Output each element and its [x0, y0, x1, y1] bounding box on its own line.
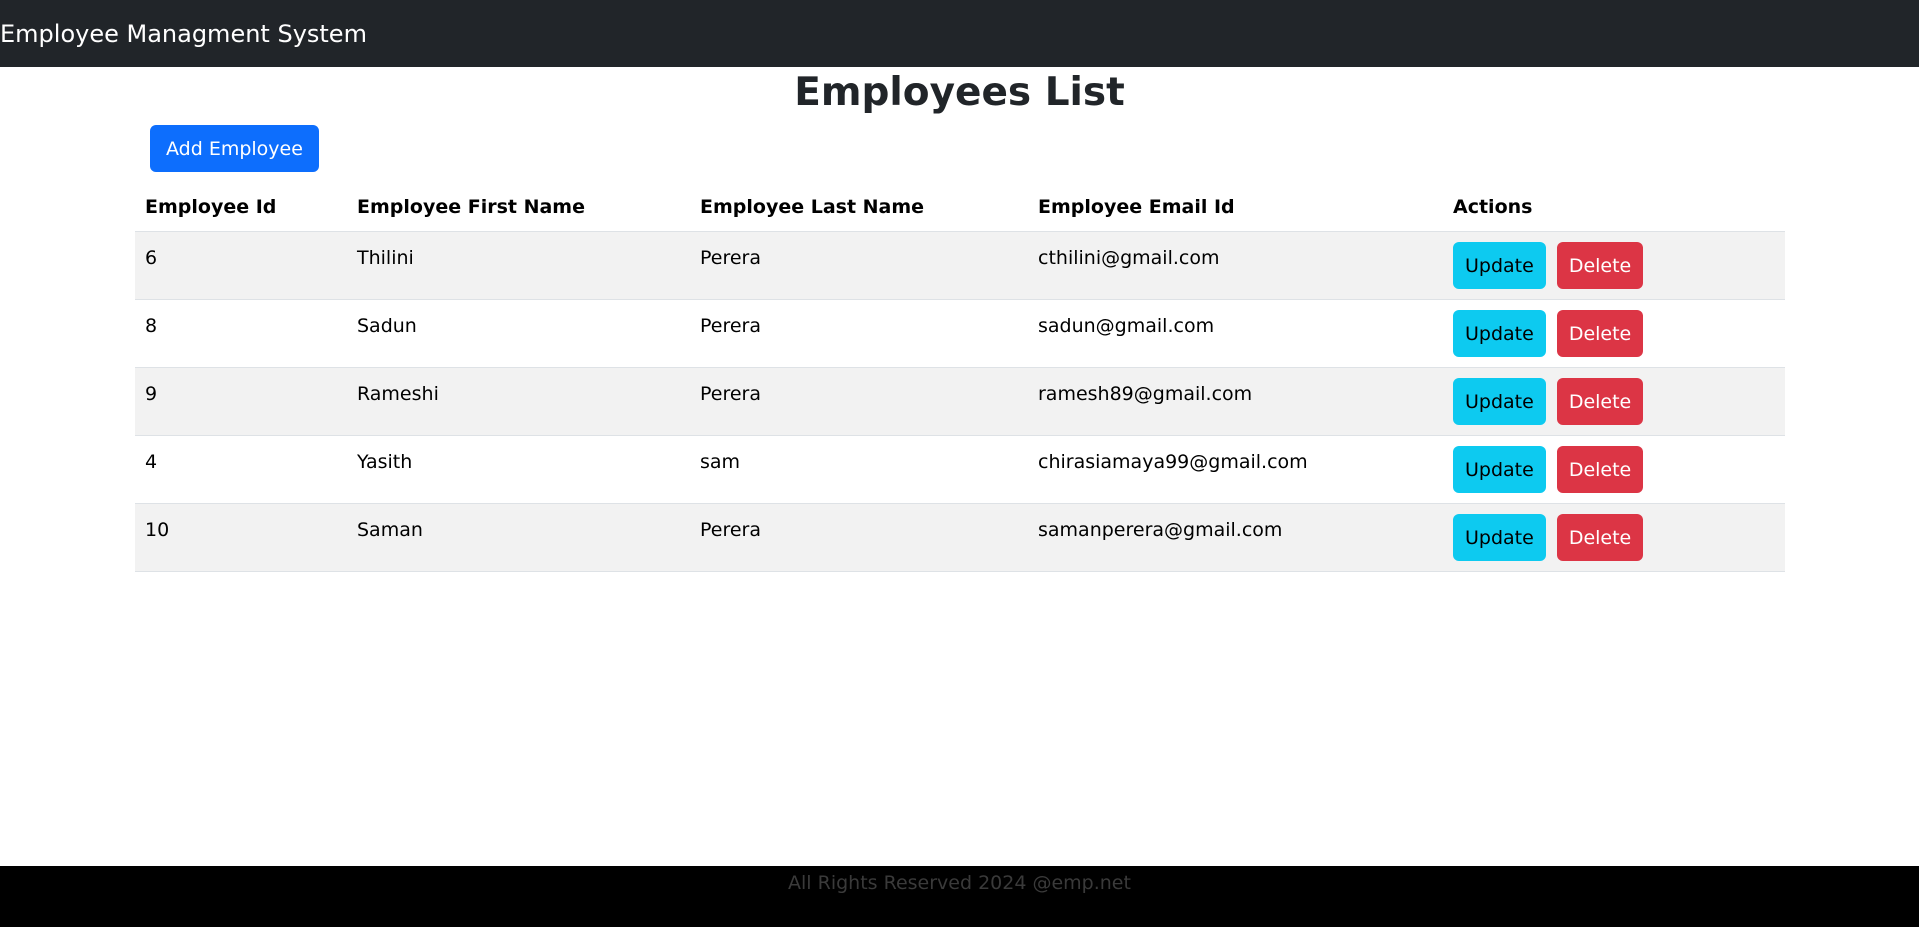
- header-actions: Actions: [1443, 183, 1785, 232]
- update-button[interactable]: Update: [1453, 514, 1546, 561]
- cell-actions: Update Delete: [1443, 435, 1785, 504]
- cell-email: samanperera@gmail.com: [1028, 503, 1443, 572]
- cell-email: cthilini@gmail.com: [1028, 231, 1443, 300]
- cell-first-name: Thilini: [347, 231, 690, 300]
- cell-last-name: Perera: [690, 503, 1028, 572]
- header-email: Employee Email Id: [1028, 183, 1443, 232]
- update-button[interactable]: Update: [1453, 378, 1546, 425]
- add-employee-button[interactable]: Add Employee: [150, 125, 319, 172]
- header-last-name: Employee Last Name: [690, 183, 1028, 232]
- page-title: Employees List: [794, 70, 1125, 115]
- cell-employee-id: 6: [135, 231, 347, 300]
- cell-actions: Update Delete: [1443, 503, 1785, 572]
- cell-first-name: Rameshi: [347, 367, 690, 436]
- cell-email: chirasiamaya99@gmail.com: [1028, 435, 1443, 504]
- delete-button[interactable]: Delete: [1556, 310, 1644, 357]
- cell-first-name: Yasith: [347, 435, 690, 504]
- cell-last-name: Perera: [690, 231, 1028, 300]
- delete-button[interactable]: Delete: [1556, 242, 1644, 289]
- page-footer: All Rights Reserved 2024 @emp.net: [0, 866, 1919, 927]
- cell-first-name: Saman: [347, 503, 690, 572]
- footer-text: All Rights Reserved 2024 @emp.net: [788, 872, 1131, 894]
- header-employee-id: Employee Id: [135, 183, 347, 232]
- table-row: 4 Yasith sam chirasiamaya99@gmail.com Up…: [135, 435, 1785, 504]
- table-header-row: Employee Id Employee First Name Employee…: [135, 183, 1785, 232]
- table-row: 8 Sadun Perera sadun@gmail.com Update Del…: [135, 299, 1785, 368]
- update-button[interactable]: Update: [1453, 310, 1546, 357]
- cell-actions: Update Delete: [1443, 231, 1785, 300]
- table-row: 6 Thilini Perera cthilini@gmail.com Upda…: [135, 231, 1785, 300]
- update-button[interactable]: Update: [1453, 446, 1546, 493]
- app-brand[interactable]: Employee Managment System: [0, 20, 367, 48]
- cell-employee-id: 4: [135, 435, 347, 504]
- table-row: 9 Rameshi Perera ramesh89@gmail.com Upda…: [135, 367, 1785, 436]
- cell-employee-id: 8: [135, 299, 347, 368]
- cell-email: sadun@gmail.com: [1028, 299, 1443, 368]
- cell-last-name: Perera: [690, 367, 1028, 436]
- cell-first-name: Sadun: [347, 299, 690, 368]
- top-navbar: Employee Managment System: [0, 0, 1919, 67]
- delete-button[interactable]: Delete: [1556, 514, 1644, 561]
- delete-button[interactable]: Delete: [1556, 446, 1644, 493]
- cell-last-name: sam: [690, 435, 1028, 504]
- delete-button[interactable]: Delete: [1556, 378, 1644, 425]
- header-first-name: Employee First Name: [347, 183, 690, 232]
- update-button[interactable]: Update: [1453, 242, 1546, 289]
- cell-actions: Update Delete: [1443, 299, 1785, 368]
- table-row: 10 Saman Perera samanperera@gmail.com Up…: [135, 503, 1785, 572]
- cell-employee-id: 10: [135, 503, 347, 572]
- cell-employee-id: 9: [135, 367, 347, 436]
- cell-last-name: Perera: [690, 299, 1028, 368]
- cell-actions: Update Delete: [1443, 367, 1785, 436]
- employees-table: Employee Id Employee First Name Employee…: [135, 183, 1785, 572]
- cell-email: ramesh89@gmail.com: [1028, 367, 1443, 436]
